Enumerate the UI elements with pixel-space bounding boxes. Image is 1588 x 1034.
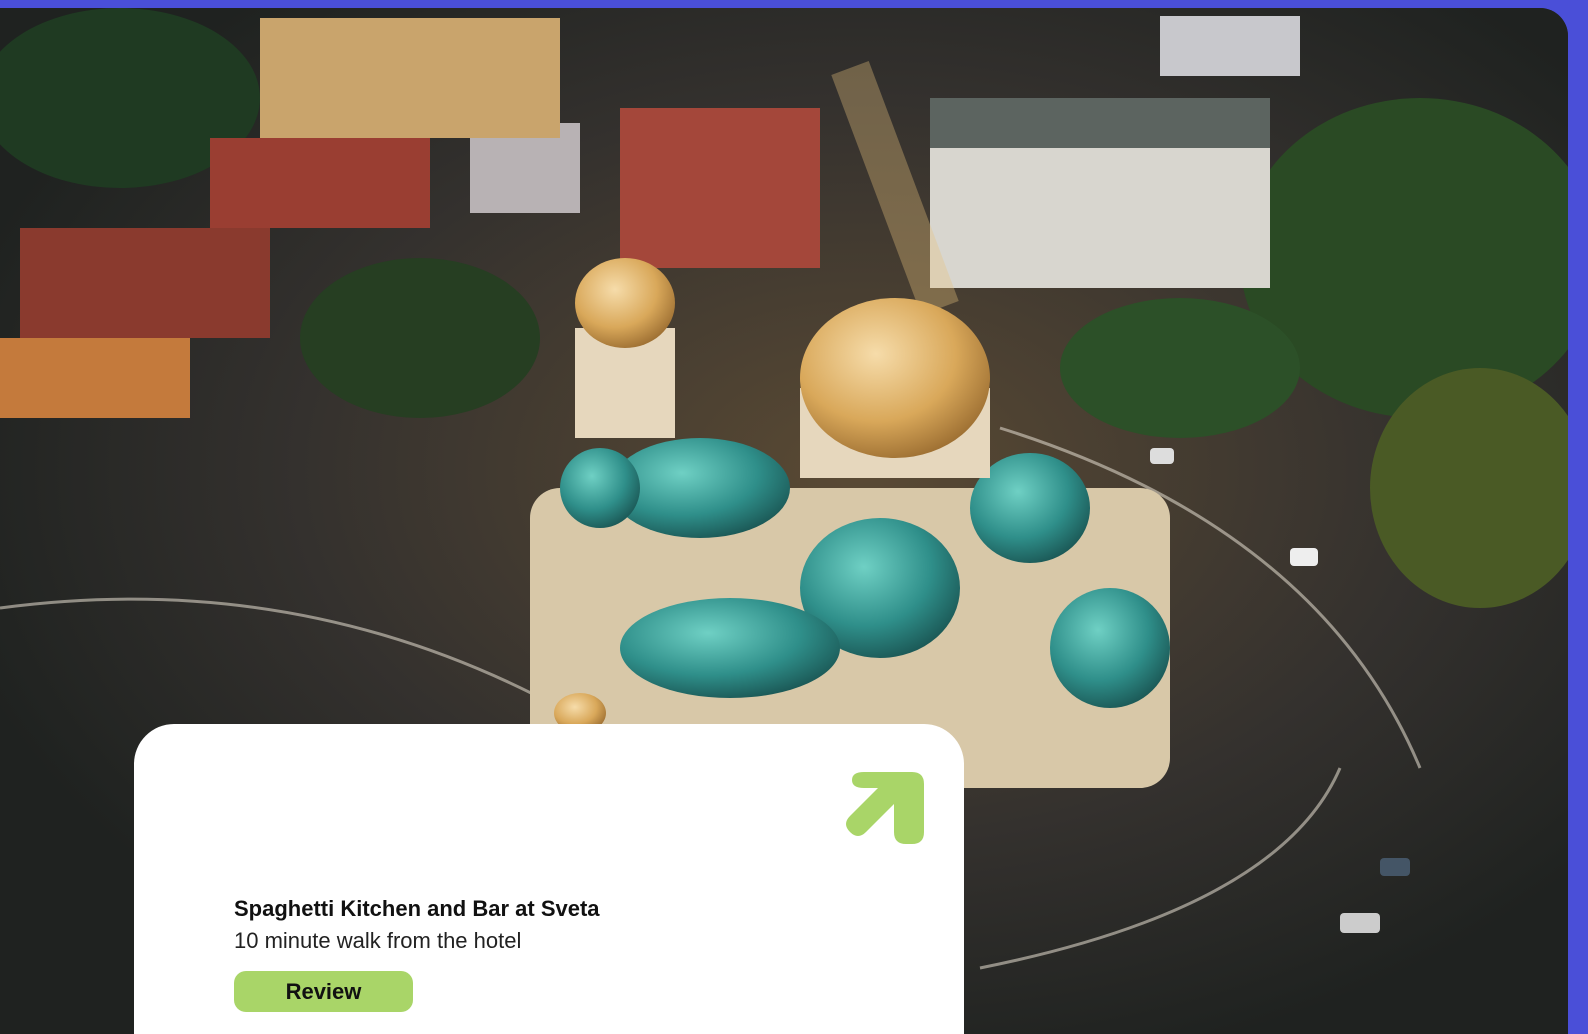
page-frame: Spaghetti Kitchen and Bar at Sveta 10 mi…	[0, 0, 1588, 1034]
arrow-up-right-icon[interactable]	[846, 766, 930, 850]
place-title: Spaghetti Kitchen and Bar at Sveta	[234, 896, 600, 921]
review-button[interactable]: Review	[234, 971, 413, 1012]
place-card: Spaghetti Kitchen and Bar at Sveta 10 mi…	[134, 724, 964, 1034]
place-distance: 10 minute walk from the hotel	[234, 928, 522, 953]
